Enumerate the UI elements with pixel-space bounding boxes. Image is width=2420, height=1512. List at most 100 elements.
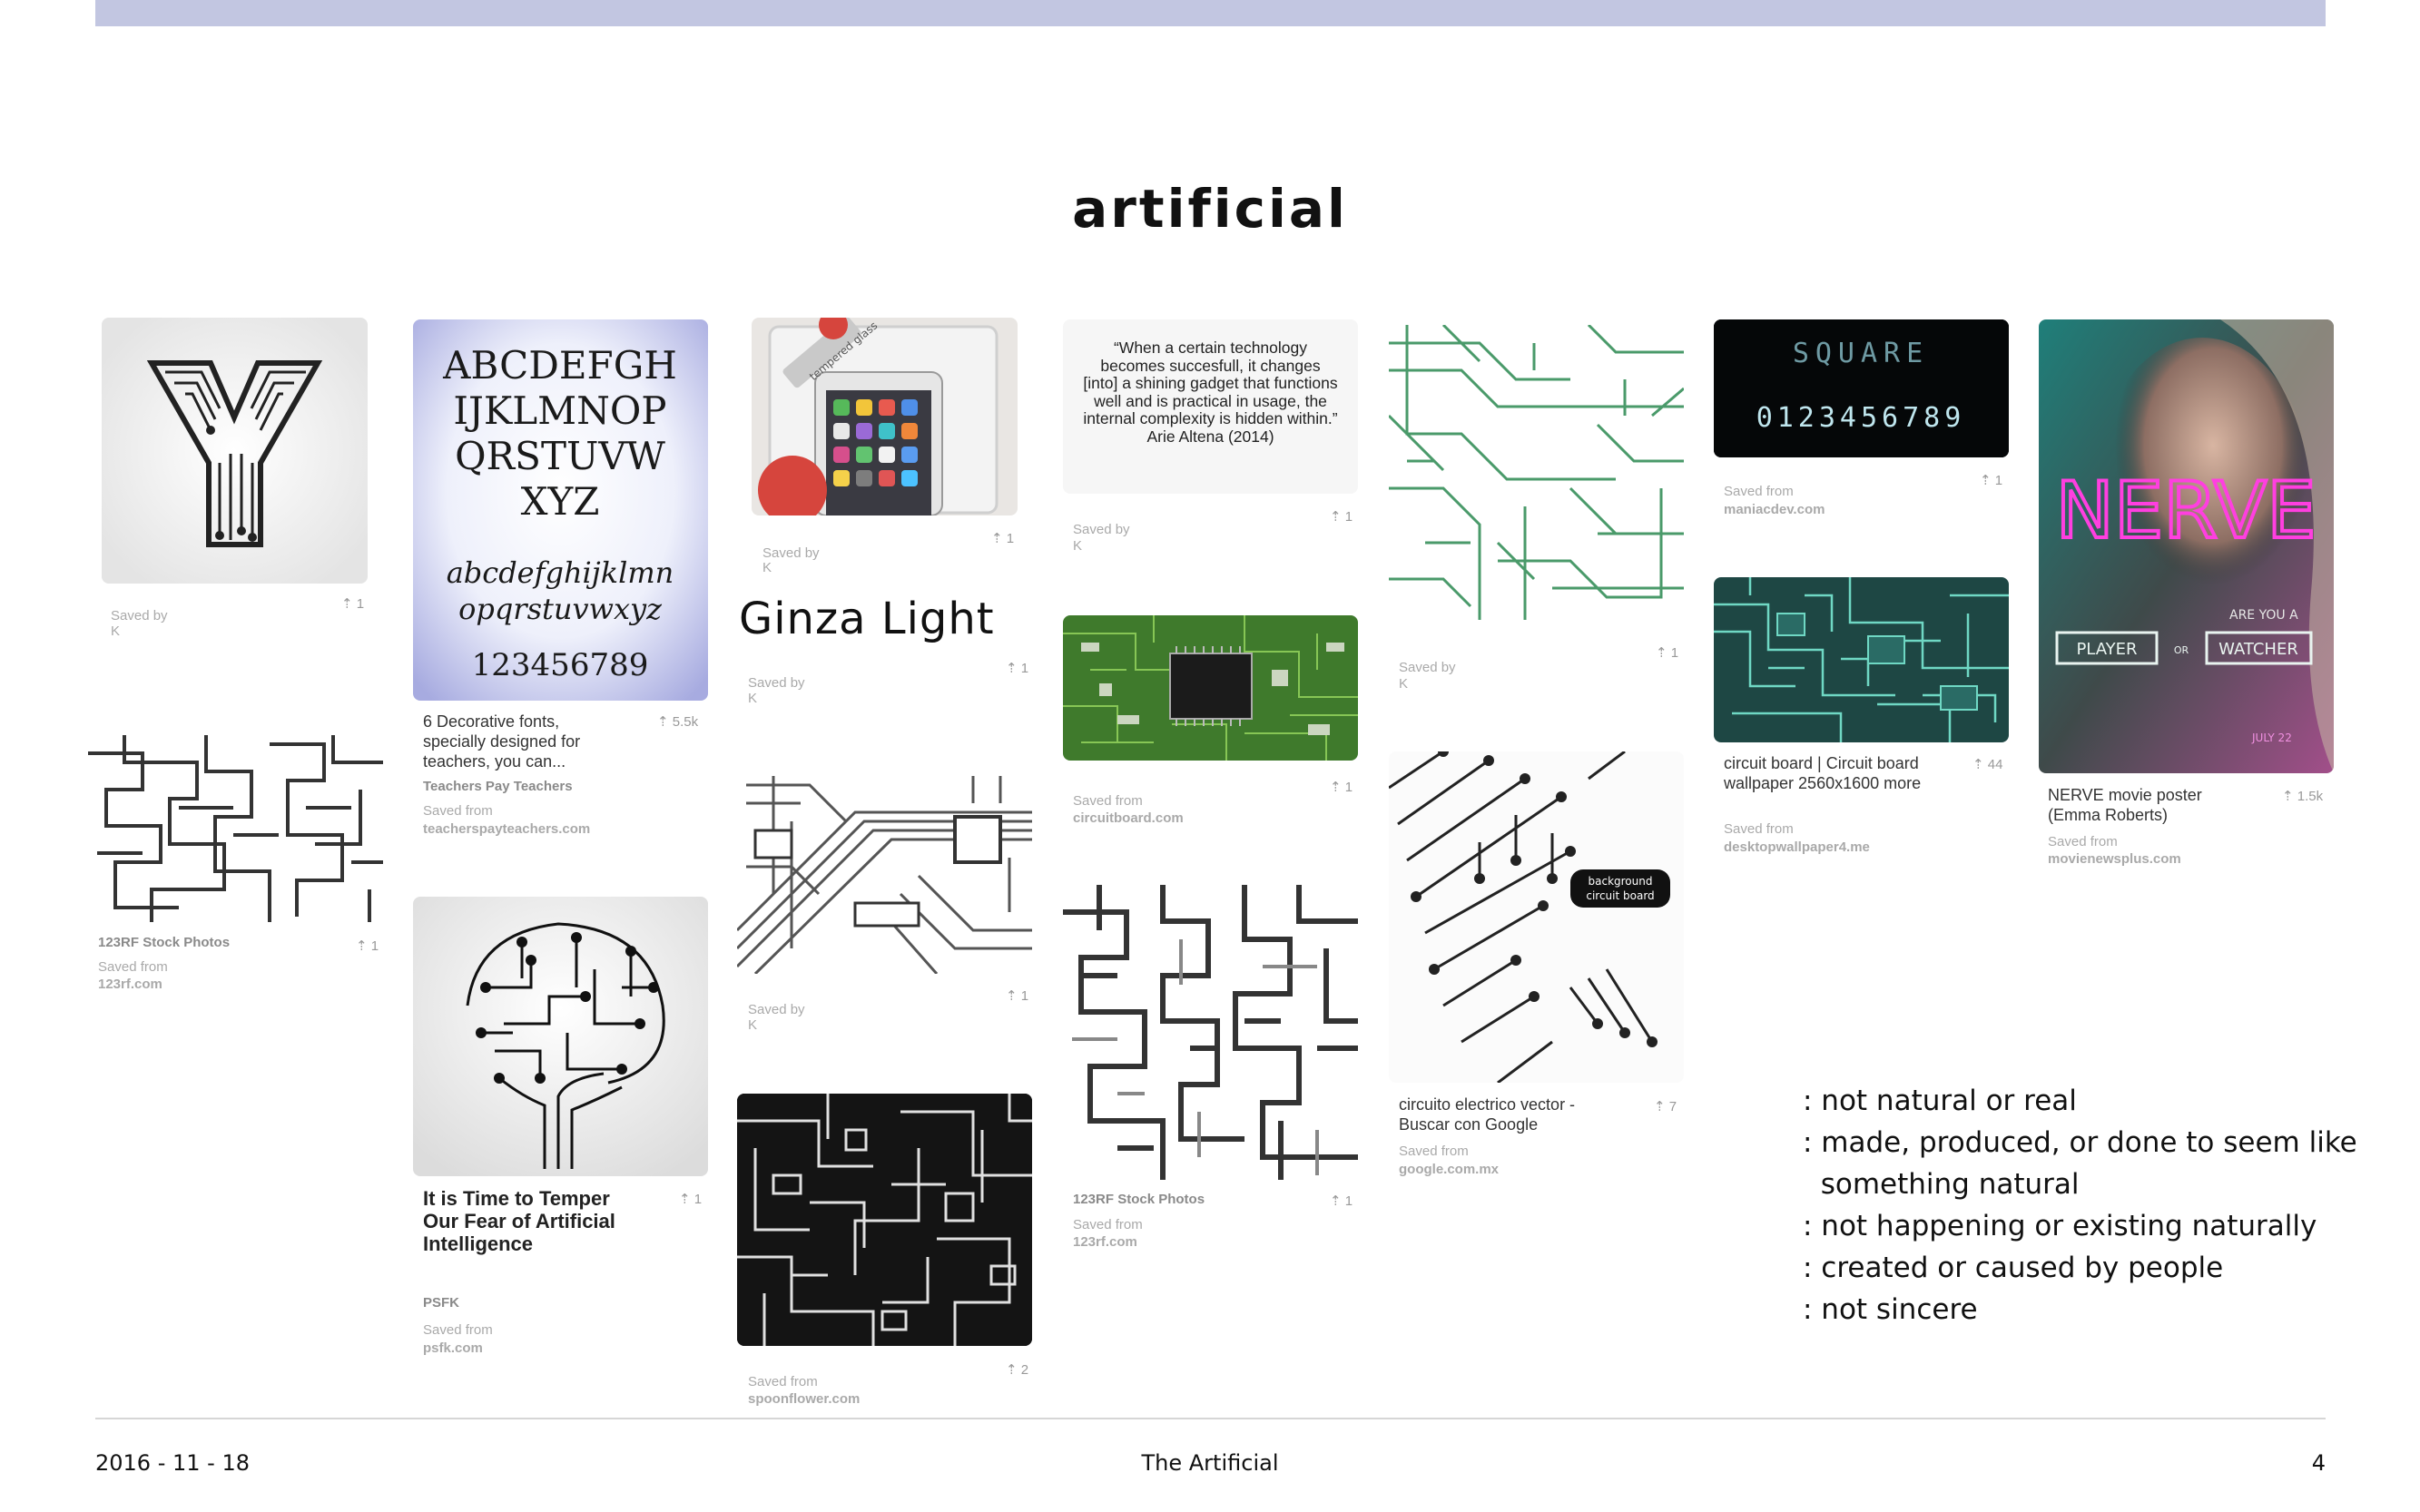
font-sample-upper-1: ABCDEFGH [442,343,677,388]
pin-image-phone-tempered-glass[interactable]: tempered glass [752,318,1018,515]
quote-text: “When a certain technology becomes succe… [1083,339,1338,446]
definition-item: : not happening or existing naturally [1803,1210,2317,1242]
pin-caption: circuit board | Circuit board wallpaper … [1724,754,1922,792]
definition-list: : not natural or real : made, produced, … [1803,1080,2357,1330]
font-sample-lower-2: opqrstuvwxyz [458,592,663,626]
poster-title: NERVE [2056,466,2317,556]
font-sample-upper-3: QRSTUVW [455,434,666,478]
pin-image-teal-circuit-board[interactable] [1714,577,2009,742]
pin-saved-by: Saved by [1073,522,1130,537]
pin-source-domain[interactable]: 123rf.com [98,976,162,993]
pin-count[interactable]: ⇡ 1 [1656,644,1678,661]
pin-count[interactable]: ⇡ 1 [1330,1193,1353,1209]
font-sample-digits: 123456789 [472,647,649,683]
pin-count[interactable]: ⇡ 1 [1330,779,1353,795]
slide-title: artificial [1072,178,1348,240]
pin-image-circuito-electrico[interactable]: background circuit board [1389,751,1684,1083]
footer-title: The Artificial [1141,1450,1279,1476]
pin-count[interactable]: ⇡ 5.5k [657,713,698,730]
pin-source-domain[interactable]: spoonflower.com [748,1390,860,1408]
pin-count[interactable]: ⇡ 2 [1006,1361,1028,1378]
pin-count[interactable]: ⇡ 7 [1654,1098,1677,1114]
pin-image-green-circuit-pattern[interactable] [1389,325,1684,620]
pin-saved-by-name: K [1073,538,1083,554]
pin-saved-by-name: K [748,1017,758,1033]
pin-image-decorative-fonts[interactable]: ABCDEFGH IJKLMNOP QRSTUVW XYZ abcdefghij… [413,319,708,701]
pin-caption: 123RF Stock Photos [1073,1192,1205,1207]
pin-source-domain[interactable]: circuitboard.com [1073,810,1184,827]
pin-caption: circuito electrico vector - Buscar con G… [1399,1095,1576,1134]
pin-caption: NERVE movie poster (Emma Roberts) [2048,786,2202,824]
pin-count[interactable]: ⇡ 1 [1006,660,1028,676]
pin-saved-from: Saved from [423,803,493,819]
pin-quote-card[interactable]: “When a certain technology becomes succe… [1063,319,1358,494]
pin-count[interactable]: ⇡ 44 [1972,756,2002,772]
pin-count[interactable]: ⇡ 1.5k [2282,788,2323,804]
square-font-title: SQUARE [1793,338,1929,369]
pin-source-domain[interactable]: google.com.mx [1399,1161,1499,1178]
pin-caption: It is Time to Temper Our Fear of Artific… [423,1187,615,1255]
pin-saved-by-name: K [111,623,121,639]
pin-saved-from: Saved from [1724,821,1794,837]
pin-source-domain[interactable]: teacherspayteachers.com [423,820,590,838]
pin-image-maze-circuit[interactable] [88,735,383,922]
pin-image-ginza-light-font[interactable]: Ginza Light [737,588,1032,652]
pin-source-domain[interactable]: desktopwallpaper4.me [1724,839,1870,856]
font-sample-upper-4: XYZ [521,479,600,524]
pin-source-name: PSFK [423,1295,460,1311]
pin-source-domain[interactable]: movienewsplus.com [2048,850,2181,868]
font-sample-lower-1: abcdefghijklmn [447,555,674,590]
pin-saved-from: Saved from [1073,793,1143,809]
pin-saved-by: Saved by [1399,660,1456,675]
poster-watcher: WATCHER [2218,640,2298,659]
definition-item: : not natural or real [1803,1085,2077,1117]
pin-saved-from: Saved from [98,959,168,975]
svg-text:background: background [1589,875,1653,888]
pin-count[interactable]: ⇡ 1 [356,938,379,954]
pin-saved-from: Saved from [1399,1144,1469,1159]
pin-saved-by-name: K [748,691,758,706]
pin-source-domain[interactable]: 123rf.com [1073,1233,1137,1251]
font-sample-upper-2: IJKLMNOP [453,388,666,433]
pin-image-nerve-poster[interactable]: NERVE ARE YOU A PLAYER OR WATCHER JULY 2… [2039,319,2334,773]
pin-saved-from: Saved from [1073,1217,1143,1232]
pin-caption: 6 Decorative fonts, specially designed f… [423,712,581,771]
pin-image-diagonal-circuit[interactable] [737,767,1032,974]
pin-count[interactable]: ⇡ 1 [341,595,364,612]
definition-item: something natural [1803,1168,2080,1201]
pin-image-circuit-brain[interactable] [413,897,708,1176]
pin-saved-by-name: K [762,560,772,575]
pin-saved-from: Saved from [748,1374,818,1389]
page-number: 4 [2311,1450,2326,1476]
svg-text:circuit board: circuit board [1586,889,1654,902]
pin-image-maze-circuit-gray[interactable] [1063,885,1358,1180]
definition-item: : not sincere [1803,1293,1978,1326]
definition-item: : created or caused by people [1803,1252,2224,1284]
pin-saved-from: Saved from [2048,834,2118,849]
pin-caption: 123RF Stock Photos [98,935,231,950]
pin-count[interactable]: ⇡ 1 [1980,472,2002,488]
poster-date: JULY 22 [2251,731,2292,744]
pin-source-name: Teachers Pay Teachers [423,779,573,794]
pin-count[interactable]: ⇡ 1 [1006,987,1028,1004]
pin-count[interactable]: ⇡ 1 [679,1191,702,1207]
square-font-digits: 0123456789 [1756,402,1966,434]
footer-divider [95,1418,2326,1419]
ginza-light-sample: Ginza Light [739,594,995,644]
poster-or: OR [2174,644,2189,656]
poster-player: PLAYER [2076,640,2137,659]
pin-count[interactable]: ⇡ 1 [991,530,1014,546]
pin-image-green-circuit-board[interactable] [1063,615,1358,761]
pin-source-domain[interactable]: psfk.com [423,1340,483,1357]
pin-saved-from: Saved from [423,1322,493,1338]
pin-image-circuit-letter-y[interactable] [102,318,368,584]
top-accent-bar [95,0,2326,26]
pin-image-black-circuit-pattern[interactable] [737,1094,1032,1346]
pin-source-domain[interactable]: maniacdev.com [1724,501,1825,518]
pin-count[interactable]: ⇡ 1 [1330,508,1353,525]
pin-saved-from: Saved from [1724,484,1794,499]
pin-saved-by-name: K [1399,676,1409,692]
definition-item: : made, produced, or done to seem like [1803,1126,2357,1159]
pin-image-square-font[interactable]: SQUARE 0123456789 [1714,319,2009,457]
poster-question: ARE YOU A [2229,608,2298,623]
